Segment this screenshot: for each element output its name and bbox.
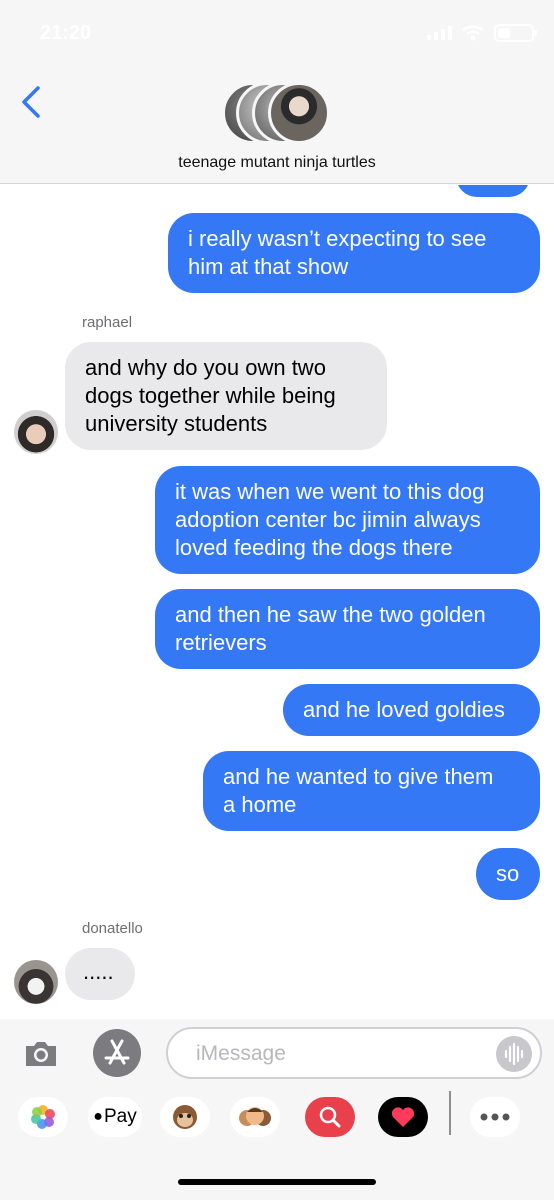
donatello-avatar[interactable]	[14, 960, 58, 1004]
memoji-icon[interactable]	[230, 1097, 280, 1137]
message-bubble-received[interactable]: and why do you own two dogs together whi…	[65, 342, 387, 450]
waveform-icon	[504, 1042, 524, 1066]
imessage-input[interactable]: iMessage	[166, 1027, 542, 1079]
group-name: teenage mutant ninja turtles	[178, 154, 376, 171]
web-search-icon[interactable]	[305, 1097, 355, 1137]
status-icons	[427, 24, 537, 42]
message-bubble-sent[interactable]: and he wanted to give them a home	[203, 751, 540, 831]
raphael-avatar[interactable]	[14, 410, 58, 454]
message-bubble-sent[interactable]: and then he saw the two golden retriever…	[155, 589, 540, 669]
message-bubble-received[interactable]: .....	[65, 948, 135, 1000]
animoji-icon[interactable]	[160, 1097, 210, 1137]
more-icon[interactable]	[470, 1097, 520, 1137]
wifi-icon	[462, 25, 484, 41]
app-store-button[interactable]	[93, 1029, 141, 1077]
apple-pay-icon[interactable]: ● Pay	[88, 1097, 142, 1137]
sender-name: raphael	[82, 314, 133, 331]
message-bubble-partial	[456, 185, 530, 197]
app-store-icon	[104, 1039, 130, 1065]
photos-icon[interactable]	[18, 1097, 68, 1137]
cellular-signal-icon	[427, 26, 452, 40]
sender-name: donatello	[82, 920, 143, 937]
message-list[interactable]: i really wasn’t expecting to see him at …	[0, 185, 554, 1019]
member-avatar	[268, 82, 330, 144]
digital-touch-icon[interactable]	[378, 1097, 428, 1137]
app-drawer-divider	[449, 1091, 451, 1135]
app-drawer: ● Pay	[0, 1091, 554, 1143]
back-chevron-icon[interactable]	[16, 84, 46, 120]
status-time: 21:20	[40, 22, 92, 44]
home-indicator[interactable]	[178, 1179, 376, 1185]
message-bubble-sent[interactable]: and he loved goldies	[283, 684, 540, 736]
group-avatar-stack[interactable]	[222, 82, 332, 144]
input-placeholder: iMessage	[196, 1042, 286, 1065]
camera-icon[interactable]	[22, 1035, 60, 1073]
message-bubble-sent[interactable]: it was when we went to this dog adoption…	[155, 466, 540, 574]
conversation-header: 21:20 teenage mutant ninja turtles	[0, 0, 554, 184]
message-bubble-sent[interactable]: so	[476, 848, 540, 900]
composer-bar: iMessage ● Pay	[0, 1019, 554, 1200]
message-bubble-sent[interactable]: i really wasn’t expecting to see him at …	[168, 213, 540, 293]
battery-icon	[494, 24, 537, 42]
voice-message-button[interactable]	[496, 1036, 532, 1072]
